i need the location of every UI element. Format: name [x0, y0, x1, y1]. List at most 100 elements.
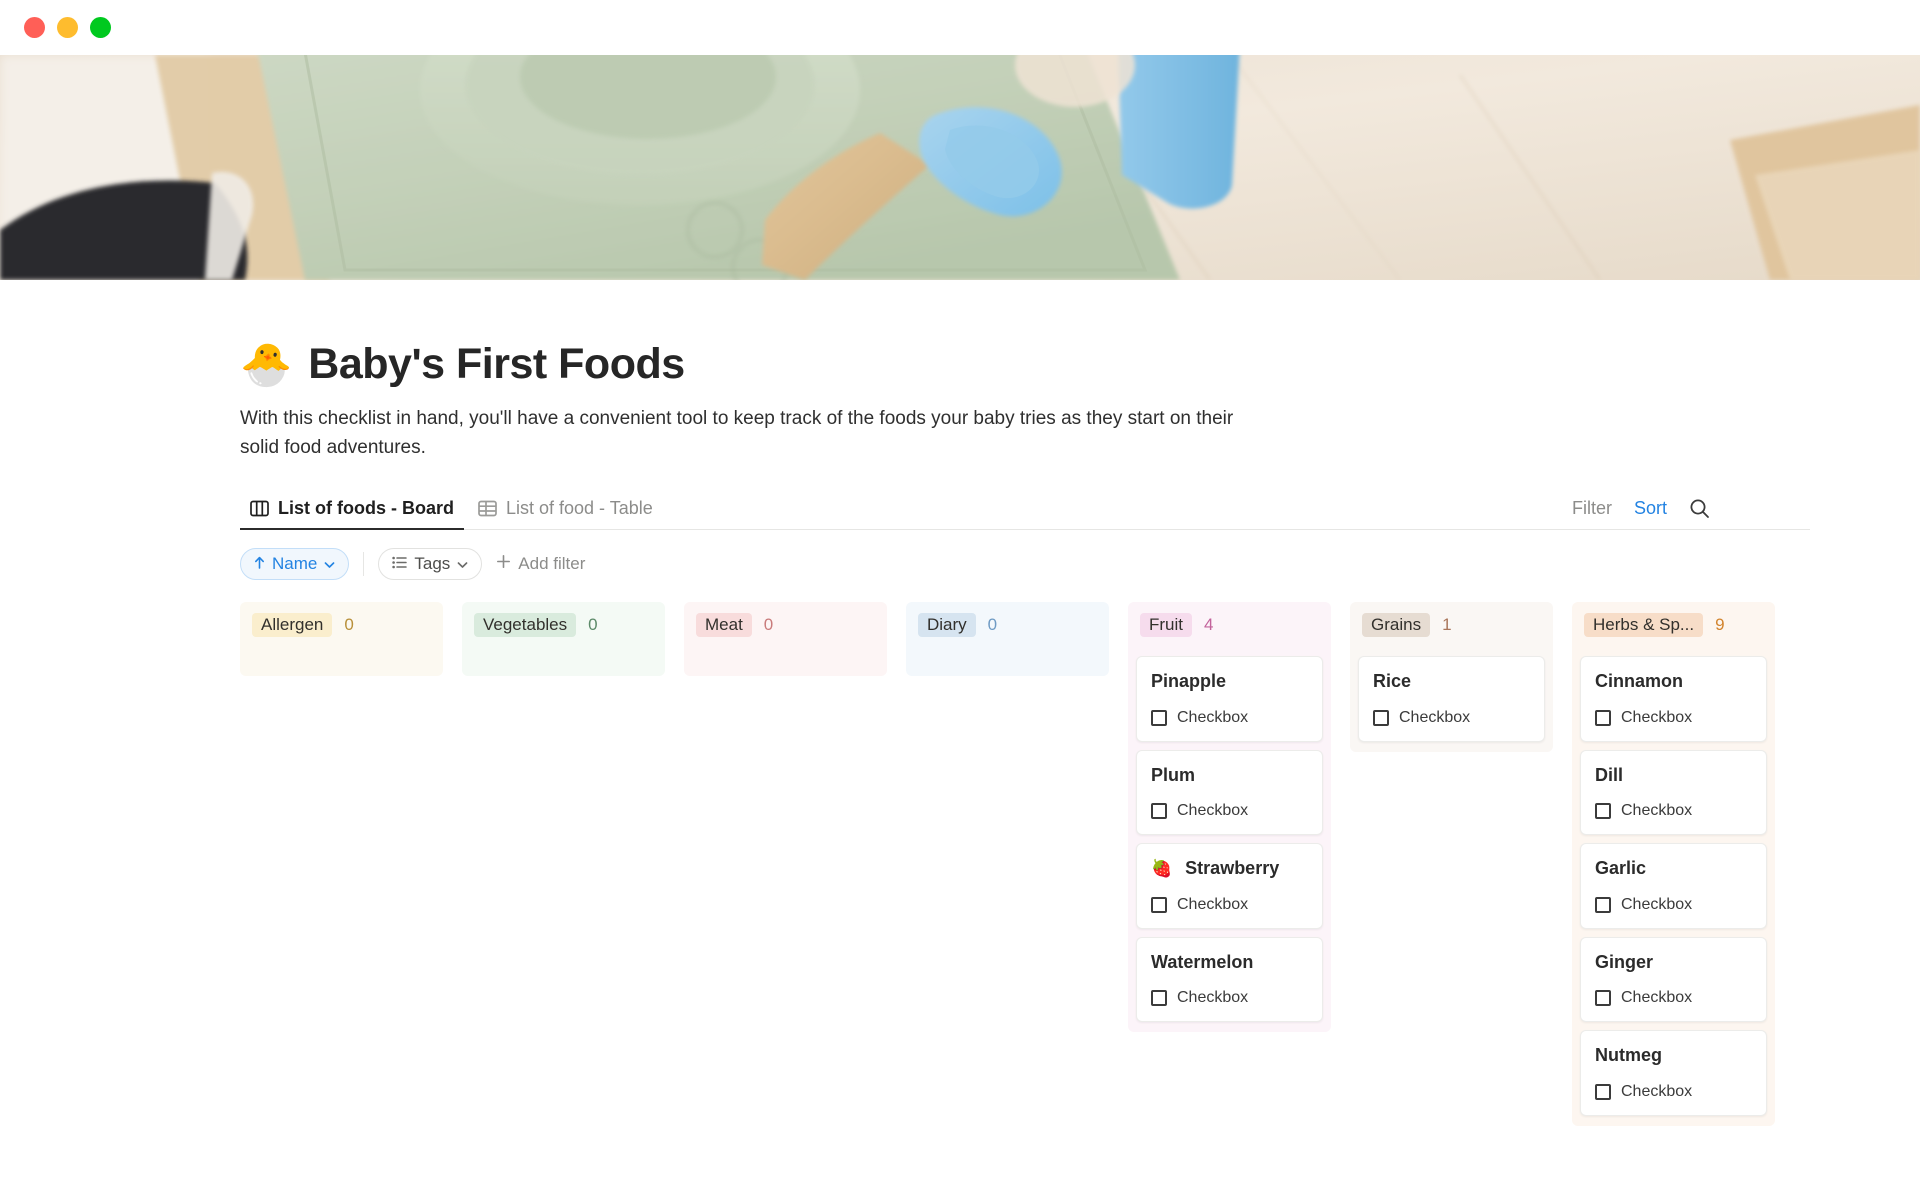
close-button[interactable]: [24, 17, 45, 38]
column-header[interactable]: Grains 1: [1350, 602, 1553, 648]
filter-button[interactable]: Filter: [1572, 498, 1612, 519]
column-tag-chip: Diary: [918, 613, 976, 637]
column-header[interactable]: Allergen 0: [240, 602, 443, 648]
card-title-row: Pinapple: [1151, 671, 1308, 693]
column-header[interactable]: Vegetables 0: [462, 602, 665, 648]
board-column: Vegetables 0: [462, 602, 665, 676]
maximize-button[interactable]: [90, 17, 111, 38]
card-title: Garlic: [1595, 858, 1647, 879]
card-checkbox-row: Checkbox: [1595, 896, 1752, 914]
column-count: 0: [763, 615, 774, 634]
app-window: 🐣 Baby's First Foods With this checklist…: [0, 0, 1920, 1200]
sort-name-pill[interactable]: Name: [240, 548, 350, 580]
board-card[interactable]: Rice Checkbox: [1358, 656, 1545, 742]
card-title: Watermelon: [1151, 951, 1254, 972]
card-title-row: Ginger: [1595, 952, 1752, 974]
checkbox-input[interactable]: [1595, 896, 1611, 913]
add-filter-label: Add filter: [518, 554, 586, 573]
minimize-button[interactable]: [57, 17, 78, 38]
card-title-row: Garlic: [1595, 858, 1752, 880]
table-icon: [478, 500, 497, 517]
card-title: Dill: [1595, 764, 1624, 785]
page-icon-emoji: 🐣: [240, 340, 293, 388]
column-tag-chip: Grains: [1362, 613, 1431, 637]
column-count: 0: [987, 615, 998, 634]
column-header[interactable]: Meat 0: [684, 602, 887, 648]
card-title: Pinapple: [1151, 671, 1227, 691]
card-title-row: 🍓 Strawberry: [1151, 858, 1308, 880]
column-header[interactable]: Diary 0: [906, 602, 1109, 648]
checkbox-input[interactable]: [1595, 709, 1611, 726]
board-column: Fruit 4 Pinapple Checkbox Plum Checkbox 🍓 Straw…: [1128, 602, 1331, 1033]
add-filter-button[interactable]: Add filter: [496, 554, 585, 574]
checkbox-input[interactable]: [1595, 990, 1611, 1007]
column-cards: [906, 648, 1109, 676]
column-count: 1: [1442, 615, 1452, 634]
checkbox-input[interactable]: [1151, 803, 1167, 820]
card-checkbox-row: Checkbox: [1151, 989, 1308, 1007]
column-cards: [462, 648, 665, 676]
column-count: 9: [1715, 615, 1725, 634]
sort-button[interactable]: Sort: [1634, 498, 1667, 519]
card-checkbox-row: Checkbox: [1151, 802, 1308, 820]
card-title-row: Plum: [1151, 765, 1308, 787]
column-cards: [240, 648, 443, 676]
cover-image: [0, 55, 1920, 280]
board-view: Allergen 0 Vegetables 0 Meat 0 Diary 0 Fruit 4 Pin…: [240, 602, 1810, 1126]
board-column: Meat 0: [684, 602, 887, 676]
board-card[interactable]: Garlic Checkbox: [1580, 843, 1767, 929]
checkbox-input[interactable]: [1595, 803, 1611, 820]
board-card[interactable]: Cinnamon Checkbox: [1580, 656, 1767, 742]
tab-list-of-food-table[interactable]: List of food - Table: [468, 492, 663, 529]
page-title: Baby's First Foods: [308, 340, 685, 388]
column-cards: Pinapple Checkbox Plum Checkbox 🍓 Strawberry C…: [1128, 648, 1331, 1033]
card-checkbox-row: Checkbox: [1595, 989, 1752, 1007]
card-title: Cinnamon: [1595, 671, 1683, 691]
board-card[interactable]: Pinapple Checkbox: [1136, 656, 1323, 742]
tab-label: List of food - Table: [505, 498, 653, 518]
checkbox-input[interactable]: [1373, 709, 1389, 726]
card-emoji-icon: 🍓: [1151, 858, 1173, 878]
board-card[interactable]: 🍓 Strawberry Checkbox: [1136, 843, 1323, 929]
board-card[interactable]: Dill Checkbox: [1580, 749, 1767, 836]
tab-label: List of foods - Board: [278, 498, 454, 518]
column-tag-chip: Vegetables: [474, 613, 577, 637]
board-card[interactable]: Watermelon Checkbox: [1136, 936, 1323, 1023]
board-card[interactable]: Ginger Checkbox: [1580, 936, 1767, 1023]
column-tag-chip: Herbs & Sp...: [1584, 613, 1704, 637]
card-title-row: Dill: [1595, 765, 1752, 787]
board-card[interactable]: Plum Checkbox: [1136, 749, 1323, 836]
column-header[interactable]: Herbs & Sp... 9: [1572, 602, 1775, 648]
column-tag-chip: Meat: [696, 613, 752, 637]
tab-list-of-foods-board[interactable]: List of foods - Board: [240, 492, 464, 530]
window-titlebar: [0, 0, 1920, 55]
card-checkbox-row: Checkbox: [1151, 709, 1308, 727]
card-checkbox-row: Checkbox: [1595, 709, 1752, 727]
filter-divider: [363, 552, 365, 576]
card-title: Ginger: [1595, 951, 1654, 972]
card-checkbox-row: Checkbox: [1373, 709, 1530, 727]
checkbox-label: Checkbox: [1177, 708, 1249, 726]
column-count: 4: [1204, 615, 1214, 634]
filter-bar: Name Tags Add filter: [240, 548, 1810, 580]
checkbox-input[interactable]: [1151, 709, 1167, 726]
checkbox-input[interactable]: [1151, 896, 1167, 913]
card-title-row: Rice: [1373, 671, 1530, 693]
board-column: Allergen 0: [240, 602, 443, 676]
checkbox-input[interactable]: [1595, 1083, 1611, 1100]
board-icon: [250, 500, 269, 517]
checkbox-label: Checkbox: [1621, 1082, 1693, 1100]
view-actions: Filter Sort: [1572, 498, 1710, 529]
card-title: Rice: [1373, 671, 1412, 691]
arrow-up-icon: [254, 554, 265, 574]
board-card[interactable]: Nutmeg Checkbox: [1580, 1030, 1767, 1116]
checkbox-label: Checkbox: [1621, 708, 1693, 726]
search-icon[interactable]: [1689, 498, 1710, 519]
board-column: Diary 0: [906, 602, 1109, 676]
group-tags-pill[interactable]: Tags: [378, 548, 483, 580]
column-header[interactable]: Fruit 4: [1128, 602, 1331, 648]
column-tag-chip: Allergen: [252, 613, 333, 637]
checkbox-input[interactable]: [1151, 990, 1167, 1007]
column-cards: Rice Checkbox: [1350, 648, 1553, 752]
checkbox-label: Checkbox: [1177, 895, 1249, 913]
